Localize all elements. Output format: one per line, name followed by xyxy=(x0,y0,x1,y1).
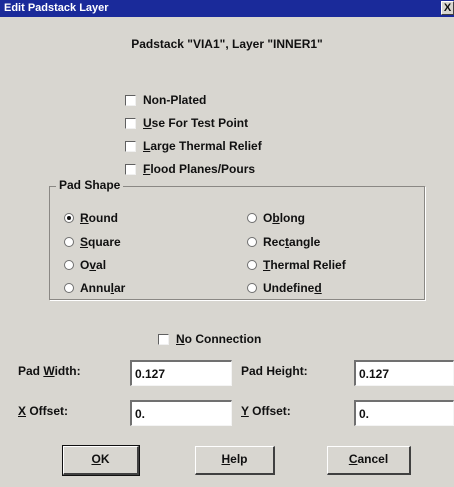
use-for-test-point-checkbox[interactable]: Use For Test Point xyxy=(125,115,248,131)
help-label: Help xyxy=(221,452,248,466)
x-offset-input[interactable]: 0. xyxy=(130,400,232,426)
non-plated-checkbox[interactable]: Non-Plated xyxy=(125,92,206,108)
radio-circle[interactable] xyxy=(247,260,257,270)
annular-radio[interactable]: Annular xyxy=(64,280,125,296)
title-bar: Edit Padstack Layer X xyxy=(0,0,454,17)
square-radio[interactable]: Square xyxy=(64,234,121,250)
oval-radio[interactable]: Oval xyxy=(64,257,106,273)
y-offset-label: Y Offset: xyxy=(241,404,291,418)
close-icon: X xyxy=(443,2,452,14)
oval-label: Oval xyxy=(80,258,107,272)
window-title: Edit Padstack Layer xyxy=(4,2,109,14)
checkbox-box[interactable] xyxy=(158,333,169,345)
checkbox-box[interactable] xyxy=(125,94,136,106)
radio-circle[interactable] xyxy=(247,213,257,223)
large-thermal-relief-label: Large Thermal Relief xyxy=(143,139,262,153)
pad-shape-legend: Pad Shape xyxy=(56,178,124,192)
checkbox-box[interactable] xyxy=(125,117,136,129)
pad-height-input[interactable]: 0.127 xyxy=(354,360,454,386)
round-label: Round xyxy=(80,211,118,225)
large-thermal-relief-checkbox[interactable]: Large Thermal Relief xyxy=(125,138,262,154)
pad-height-label: Pad Height: xyxy=(241,364,308,378)
thermal-relief-radio[interactable]: Thermal Relief xyxy=(247,257,346,273)
x-offset-label: X Offset: xyxy=(18,404,69,418)
undefined-label: Undefined xyxy=(263,281,322,295)
ok-button[interactable]: OK xyxy=(62,445,140,476)
cancel-label: Cancel xyxy=(348,452,389,466)
round-radio[interactable]: Round xyxy=(64,210,118,226)
radio-circle[interactable] xyxy=(64,237,74,247)
rectangle-label: Rectangle xyxy=(263,235,321,249)
radio-circle[interactable] xyxy=(247,237,257,247)
checkbox-box[interactable] xyxy=(125,140,136,152)
close-button[interactable]: X xyxy=(441,1,454,15)
radio-circle[interactable] xyxy=(64,260,74,270)
pad-width-label: Pad Width: xyxy=(18,364,81,378)
radio-circle-selected[interactable] xyxy=(64,213,74,223)
annular-label: Annular xyxy=(80,281,126,295)
pad-width-input[interactable]: 0.127 xyxy=(130,360,232,386)
non-plated-label: Non-Plated xyxy=(143,93,207,107)
padstack-layer-heading: Padstack "VIA1", Layer "INNER1" xyxy=(131,37,323,51)
radio-circle[interactable] xyxy=(64,283,74,293)
use-for-test-point-label: Use For Test Point xyxy=(143,116,249,130)
no-connection-label: No Connection xyxy=(176,332,262,346)
thermal-relief-label: Thermal Relief xyxy=(263,258,346,272)
undefined-radio[interactable]: Undefined xyxy=(247,280,322,296)
oblong-radio[interactable]: Oblong xyxy=(247,210,305,226)
checkbox-box[interactable] xyxy=(125,163,136,175)
flood-planes-pours-checkbox[interactable]: Flood Planes/Pours xyxy=(125,161,255,177)
cancel-button[interactable]: Cancel xyxy=(327,446,411,475)
ok-label: OK xyxy=(91,452,110,466)
oblong-label: Oblong xyxy=(263,211,306,225)
help-button[interactable]: Help xyxy=(195,446,275,475)
square-label: Square xyxy=(80,235,121,249)
y-offset-input[interactable]: 0. xyxy=(354,400,454,426)
no-connection-checkbox[interactable]: No Connection xyxy=(158,331,261,347)
edit-padstack-layer-dialog: Edit Padstack Layer X Padstack "VIA1", L… xyxy=(0,0,454,487)
radio-circle[interactable] xyxy=(247,283,257,293)
flood-planes-pours-label: Flood Planes/Pours xyxy=(143,162,256,176)
rectangle-radio[interactable]: Rectangle xyxy=(247,234,320,250)
